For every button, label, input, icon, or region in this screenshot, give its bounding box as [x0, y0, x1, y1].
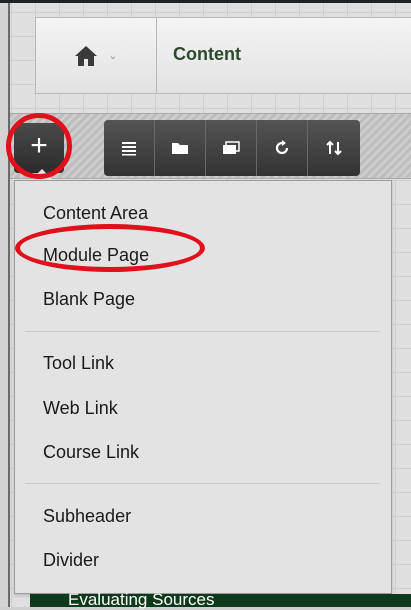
home-menu-button[interactable]: ⌄ [36, 18, 157, 93]
menu-item-divider[interactable]: Divider [43, 550, 99, 571]
breadcrumb: ⌄ Content [35, 17, 411, 94]
folder-view-button[interactable] [154, 120, 205, 176]
sort-button[interactable] [307, 120, 360, 176]
list-view-icon [122, 142, 136, 156]
folder-icon [172, 143, 188, 154]
menu-item-subheader[interactable]: Subheader [43, 506, 131, 527]
window-view-button[interactable] [205, 120, 256, 176]
left-sidebar-divider [8, 3, 10, 607]
list-view-button[interactable] [104, 120, 154, 176]
window-icon [223, 141, 240, 154]
chevron-down-icon: ⌄ [108, 50, 118, 62]
menu-item-content-area[interactable]: Content Area [43, 203, 148, 224]
annotation-circle-module-page [15, 224, 205, 272]
sort-icon [326, 140, 342, 156]
annotation-circle-add-button [6, 113, 72, 179]
toolbar-button-group [104, 120, 360, 176]
menu-item-web-link[interactable]: Web Link [43, 398, 118, 419]
menu-divider [25, 331, 380, 332]
page-title: Content [173, 44, 241, 64]
refresh-button[interactable] [256, 120, 307, 176]
refresh-icon [275, 140, 289, 155]
home-icon [75, 45, 98, 66]
menu-divider [25, 483, 380, 484]
top-border [0, 0, 411, 3]
course-menu-item-label: Evaluating Sources [68, 590, 215, 609]
menu-item-tool-link[interactable]: Tool Link [43, 353, 114, 374]
menu-item-blank-page[interactable]: Blank Page [43, 289, 135, 310]
menu-item-course-link[interactable]: Course Link [43, 442, 139, 463]
